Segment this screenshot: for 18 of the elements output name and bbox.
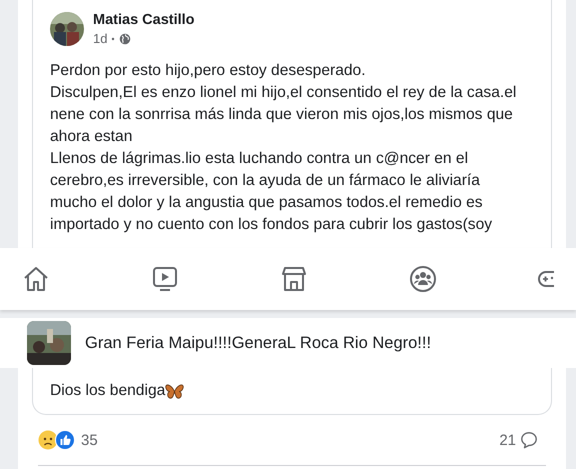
sad-emoji-icon: [38, 430, 58, 450]
video-icon[interactable]: [151, 265, 179, 293]
post-text: Disculpen,El es enzo lionel mi hijo,el consentido el rey de la casa.el nene con la sonrrisa más linda que vieron mis ojos,los mismos que ahora estan: [50, 83, 518, 147]
like-icon: [55, 430, 75, 450]
post-text: Perdon por esto hijo,pero estoy desesperado.: [50, 61, 367, 81]
post-time[interactable]: 1d: [93, 31, 108, 46]
butterfly-icon: [165, 382, 184, 400]
post-text: Dios los bendiga: [50, 382, 166, 400]
author-name[interactable]: Matias Castillo: [93, 12, 195, 28]
globe-icon: [119, 32, 132, 44]
reaction-count[interactable]: 35: [81, 432, 98, 448]
post-text: Llenos de lágrimas.lio esta luchando contra un c@ncer en el cerebro,es irreversible, con la ayuda de un fármaco le aliviaría mucho el dolor y la angustia que pasamos todos.el remedio es importado y no cuento con los fondos para cubrir los gastos(soy: [50, 149, 494, 235]
comment-icon: [520, 431, 538, 449]
home-icon[interactable]: [22, 265, 50, 293]
shop-icon[interactable]: [280, 265, 308, 293]
group-icon[interactable]: [409, 265, 437, 293]
comment-count[interactable]: 21: [499, 432, 516, 448]
separator-dot: [111, 36, 116, 40]
